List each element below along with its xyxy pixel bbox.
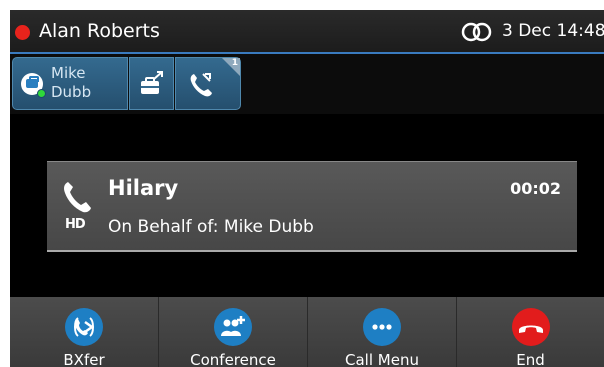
presence-indicator bbox=[37, 89, 46, 98]
conference-softkey[interactable]: Conference bbox=[159, 297, 308, 367]
line-key-call[interactable]: 1 bbox=[175, 57, 241, 110]
softkey-label: Call Menu bbox=[345, 351, 419, 367]
softkey-bar: BXfer Conference Call Menu End bbox=[10, 297, 604, 367]
line-key-label: Mike Dubb bbox=[51, 64, 92, 101]
end-call-softkey[interactable]: End bbox=[457, 297, 604, 367]
on-behalf-of-text: On Behalf of: Mike Dubb bbox=[108, 217, 314, 237]
softkey-label: Conference bbox=[190, 351, 276, 367]
caller-name: Hilary bbox=[108, 176, 179, 200]
hangup-icon bbox=[511, 308, 550, 346]
linked-rings-icon bbox=[461, 22, 492, 42]
active-call-card[interactable]: HD Hilary 00:02 On Behalf of: Mike Dubb bbox=[47, 161, 577, 252]
blind-transfer-icon bbox=[65, 308, 103, 346]
phone-screen: Alan Roberts 3 Dec 14:48 Mike Dubb 1 HD … bbox=[10, 10, 604, 367]
bxfer-softkey[interactable]: BXfer bbox=[10, 297, 159, 367]
hd-audio-icon: HD bbox=[65, 217, 86, 232]
call-count-badge: 1 bbox=[231, 58, 238, 68]
line-key-contact[interactable]: Mike Dubb bbox=[12, 57, 128, 110]
line-key-bar: Mike Dubb 1 bbox=[10, 54, 604, 114]
presence-status-icon bbox=[15, 25, 30, 40]
softkey-label: BXfer bbox=[63, 351, 105, 367]
line-key-transfer[interactable] bbox=[129, 57, 174, 110]
phone-call-icon bbox=[190, 73, 212, 97]
more-icon bbox=[363, 308, 401, 346]
date-time: 3 Dec 14:48 bbox=[502, 21, 604, 41]
conference-icon bbox=[214, 308, 252, 346]
user-name: Alan Roberts bbox=[39, 20, 160, 42]
status-bar: Alan Roberts 3 Dec 14:48 bbox=[10, 10, 604, 54]
call-timer: 00:02 bbox=[510, 179, 561, 198]
phone-icon bbox=[64, 182, 91, 213]
softkey-label: End bbox=[516, 351, 545, 367]
briefcase-transfer-icon bbox=[141, 71, 163, 94]
call-menu-softkey[interactable]: Call Menu bbox=[308, 297, 457, 367]
